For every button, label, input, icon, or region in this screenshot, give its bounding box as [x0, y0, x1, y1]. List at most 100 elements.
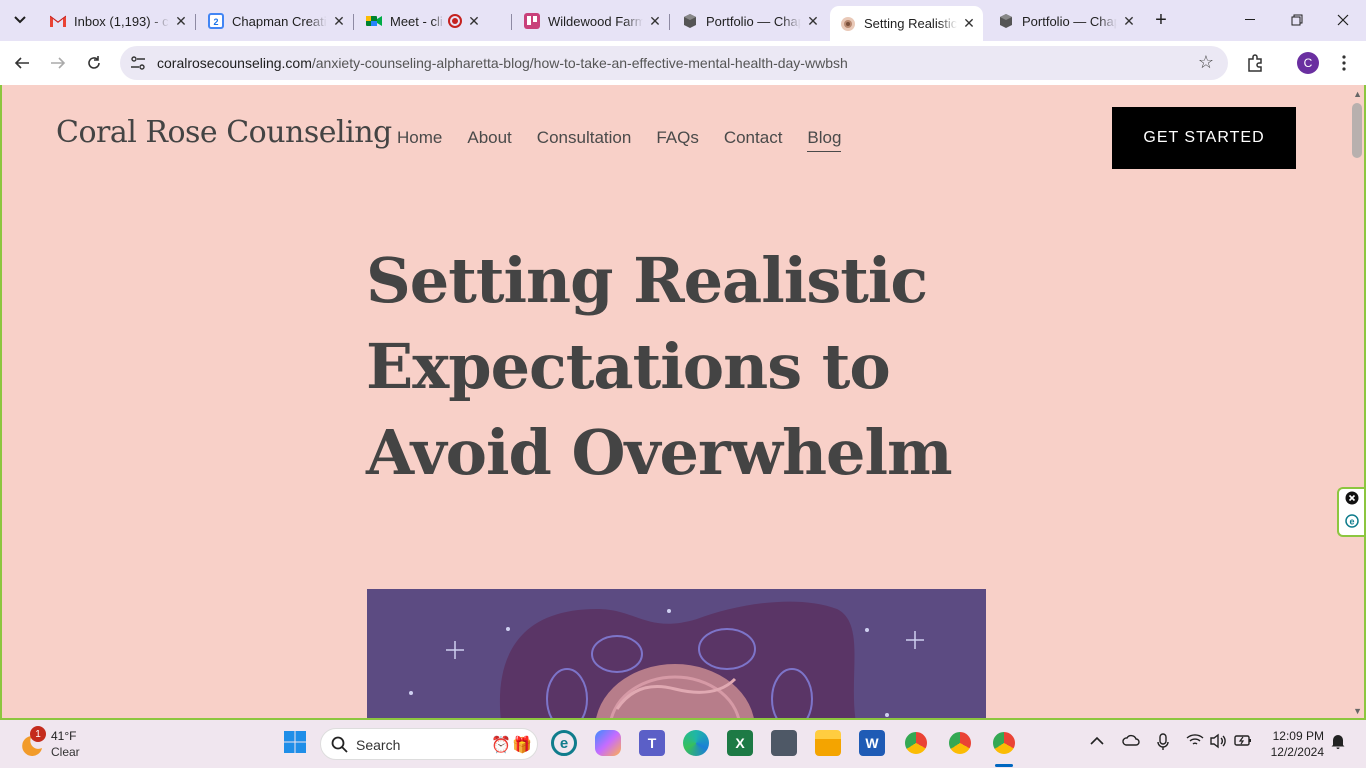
teams-icon[interactable]: T: [639, 730, 665, 756]
gmail-icon: [50, 13, 66, 29]
onedrive-sync-icon[interactable]: [1122, 733, 1140, 750]
alarm-clock-icon: ⏰: [491, 737, 511, 754]
clock-date: 12/2/2024: [1270, 745, 1324, 759]
close-window-button[interactable]: [1331, 9, 1355, 31]
volume-icon[interactable]: [1210, 733, 1228, 752]
system-clock[interactable]: 12:09 PM 12/2/2024: [1262, 728, 1324, 760]
close-circle-icon[interactable]: [1345, 491, 1359, 510]
close-tab-icon[interactable]: ✕: [647, 13, 663, 29]
cube-icon: [682, 13, 698, 29]
reload-button[interactable]: [82, 51, 106, 75]
tab-title: Setting Realistic: [864, 16, 957, 31]
get-started-button[interactable]: GET STARTED: [1112, 107, 1296, 169]
tab-title: Meet - client: [390, 13, 444, 29]
tab-title: Wildewood Farm: [548, 13, 643, 29]
battery-icon[interactable]: [1234, 733, 1252, 750]
extensions-puzzle-icon[interactable]: [1243, 51, 1267, 75]
address-bar[interactable]: coralrosecounseling.com/anxiety-counseli…: [120, 46, 1228, 80]
nav-blog[interactable]: Blog: [807, 128, 842, 152]
search-icon: [331, 736, 348, 753]
nav-contact[interactable]: Contact: [724, 128, 783, 152]
weather-widget[interactable]: 1 41°F Clear: [18, 726, 98, 762]
windows-start-icon[interactable]: [283, 730, 309, 756]
tab-search-chevron-icon[interactable]: [8, 8, 32, 32]
file-explorer-icon[interactable]: [815, 730, 841, 756]
svg-text:2: 2: [213, 17, 218, 27]
search-placeholder: Search: [356, 737, 401, 753]
site-brand[interactable]: Coral Rose Counseling: [56, 115, 392, 150]
site-nav: Home About Consultation FAQs Contact Blo…: [397, 128, 842, 152]
scroll-up-arrow-icon[interactable]: ▲: [1353, 89, 1362, 99]
tab-title: Portfolio — Chap: [706, 13, 801, 29]
notification-bell-icon[interactable]: [1331, 733, 1345, 752]
bookmark-star-icon[interactable]: ☆: [1198, 52, 1214, 73]
active-app-indicator: [995, 764, 1013, 767]
wifi-icon[interactable]: [1186, 733, 1204, 750]
gift-icon: 🎁: [512, 737, 532, 754]
windows-taskbar: 1 41°F Clear Search ⏰ 🎁 e T X W 12:09 PM: [0, 720, 1366, 768]
tab-portfolio-2[interactable]: Portfolio — Chap ✕: [988, 8, 1143, 34]
new-tab-button[interactable]: +: [1150, 9, 1172, 31]
weather-temp: 41°F: [51, 729, 77, 743]
e-app-icon[interactable]: e: [551, 730, 577, 756]
word-icon[interactable]: W: [859, 730, 885, 756]
show-hidden-icons-chevron-icon[interactable]: [1090, 733, 1104, 749]
copilot-icon[interactable]: [595, 730, 621, 756]
article-title: Setting Realistic Expectations to Avoid …: [366, 244, 953, 489]
trello-icon: [524, 13, 540, 29]
meet-icon: [366, 13, 382, 29]
tab-strip: Inbox (1,193) - c ✕ 2 Chapman Creati ✕ M…: [0, 0, 1366, 41]
page-viewport: Coral Rose Counseling Home About Consult…: [0, 85, 1366, 720]
extension-widget[interactable]: e: [1337, 487, 1364, 537]
tab-gmail[interactable]: Inbox (1,193) - c ✕: [40, 8, 196, 34]
tab-setting-realistic[interactable]: Setting Realistic ✕: [830, 6, 983, 41]
minimize-button[interactable]: [1239, 9, 1263, 31]
calendar-icon: 2: [208, 13, 224, 29]
nav-consultation[interactable]: Consultation: [537, 128, 632, 152]
nav-faqs[interactable]: FAQs: [656, 128, 699, 152]
url-domain: coralrosecounseling.com: [157, 55, 312, 71]
site-info-icon[interactable]: [128, 53, 148, 73]
tab-meet[interactable]: Meet - client ✕: [356, 8, 512, 34]
close-tab-icon[interactable]: ✕: [466, 13, 482, 29]
tab-portfolio-1[interactable]: Portfolio — Chap ✕: [672, 8, 827, 34]
url-path: /anxiety-counseling-alpharetta-blog/how-…: [311, 55, 848, 71]
chrome-profile-2-icon[interactable]: [947, 730, 973, 756]
weather-condition: Clear: [51, 745, 80, 759]
close-tab-icon[interactable]: ✕: [961, 15, 977, 32]
chrome-profile-1-icon[interactable]: [903, 730, 929, 756]
close-tab-icon[interactable]: ✕: [1121, 13, 1137, 29]
microphone-icon[interactable]: [1157, 733, 1169, 754]
forward-button[interactable]: [46, 51, 70, 75]
nav-home[interactable]: Home: [397, 128, 442, 152]
close-tab-icon[interactable]: ✕: [805, 13, 821, 29]
svg-text:e: e: [1349, 517, 1354, 527]
taskbar-search[interactable]: Search ⏰ 🎁: [320, 728, 538, 760]
url-text[interactable]: coralrosecounseling.com/anxiety-counseli…: [157, 55, 848, 71]
hero-illustration: [367, 589, 986, 718]
coral-rose-icon: [840, 16, 856, 32]
clock-time: 12:09 PM: [1272, 729, 1324, 743]
chrome-profile-3-icon[interactable]: [991, 730, 1017, 756]
scroll-down-arrow-icon[interactable]: ▼: [1353, 706, 1362, 716]
nav-about[interactable]: About: [467, 128, 511, 152]
close-tab-icon[interactable]: ✕: [331, 13, 347, 29]
back-button[interactable]: [10, 51, 34, 75]
excel-icon[interactable]: X: [727, 730, 753, 756]
profile-avatar[interactable]: C: [1297, 52, 1319, 74]
tab-title: Chapman Creati: [232, 13, 327, 29]
calculator-icon[interactable]: [771, 730, 797, 756]
tab-calendar[interactable]: 2 Chapman Creati ✕: [198, 8, 354, 34]
recording-icon: [448, 14, 462, 28]
weather-badge: 1: [30, 726, 46, 742]
browser-menu-icon[interactable]: [1332, 51, 1356, 75]
close-tab-icon[interactable]: ✕: [173, 13, 189, 29]
restore-button[interactable]: [1285, 9, 1309, 31]
scrollbar-thumb[interactable]: [1352, 103, 1362, 158]
browser-toolbar: coralrosecounseling.com/anxiety-counseli…: [0, 41, 1366, 85]
extension-e-icon[interactable]: e: [1344, 514, 1359, 533]
tab-title: Portfolio — Chap: [1022, 13, 1117, 29]
tab-trello[interactable]: Wildewood Farm ✕: [514, 8, 670, 34]
edge-icon[interactable]: [683, 730, 709, 756]
tab-title: Inbox (1,193) - c: [74, 13, 169, 29]
